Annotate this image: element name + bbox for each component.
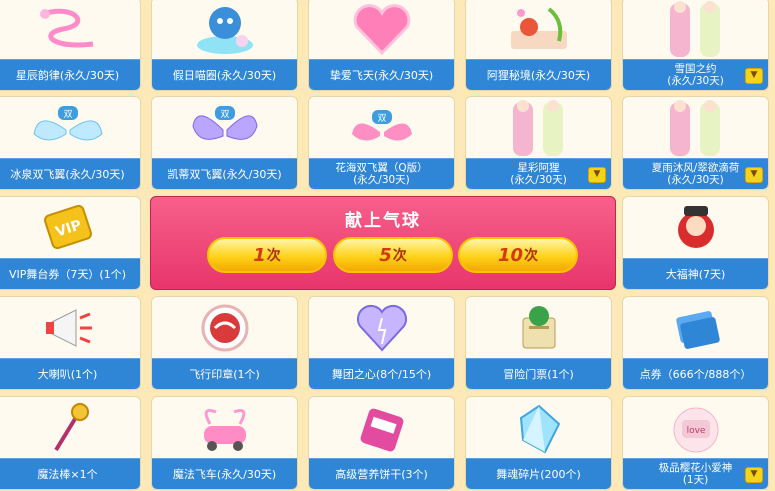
outfit-icon — [623, 97, 768, 159]
offer-10-unit: 次 — [524, 248, 539, 264]
fox-garden-icon — [466, 0, 611, 60]
reward-item[interactable]: 大喇叭(1个) — [0, 296, 141, 390]
chevron-down-icon[interactable]: ▼ — [745, 167, 763, 183]
reward-item[interactable]: 点券（666个/888个） — [622, 296, 769, 390]
reward-item-label: 舞魂碎片(200个) — [466, 458, 611, 489]
reward-item[interactable]: 冒险门票(1个) — [465, 296, 612, 390]
megaphone-icon — [0, 297, 140, 359]
cat-ring-icon — [152, 0, 297, 60]
flower-wings-icon: 双 — [309, 97, 454, 159]
biscuit-icon — [309, 397, 454, 459]
flying-stamp-icon — [152, 297, 297, 359]
reward-item[interactable]: 假日喵圈(永久/30天) — [151, 0, 298, 91]
reward-item[interactable]: 双凯蒂双飞翼(永久/30天) — [151, 96, 298, 190]
offer-5-button[interactable]: 5次 — [333, 237, 453, 273]
reward-item[interactable]: 夏雨沐风/翠欲滴荷 (永久/30天) ▼ — [622, 96, 769, 190]
offer-10-count: 10 — [497, 244, 524, 266]
reward-item-label: 高级营养饼干(3个) — [309, 458, 454, 489]
butterfly-wings-icon: 双 — [152, 97, 297, 159]
reward-item[interactable]: 星彩阿狸 (永久/30天) ▼ — [465, 96, 612, 190]
chevron-down-icon[interactable]: ▼ — [588, 167, 606, 183]
offer-5-unit: 次 — [392, 248, 407, 264]
reward-item[interactable]: 雪国之约 (永久/30天) ▼ — [622, 0, 769, 91]
reward-item[interactable]: love 极品樱花小爱神 (1天) ▼ — [622, 396, 769, 490]
reward-item-label: 凯蒂双飞翼(永久/30天) — [152, 158, 297, 189]
cupid-icon: love — [623, 397, 768, 459]
reward-item[interactable]: 阿狸秘境(永久/30天) — [465, 0, 612, 91]
reward-item-label: 假日喵圈(永久/30天) — [152, 59, 297, 90]
reward-item-label: 舞团之心(8个/15个) — [309, 358, 454, 389]
svg-text:双: 双 — [377, 113, 386, 124]
reward-item-label: 花海双飞翼（Q版） (永久/30天) — [309, 158, 454, 189]
offer-10-button[interactable]: 10 次 — [458, 237, 578, 273]
svg-text:双: 双 — [220, 109, 229, 120]
offer-1-button[interactable]: 1次 — [207, 237, 327, 273]
crystal-heart-icon — [309, 297, 454, 359]
banner-title: 献上气球 — [345, 211, 421, 231]
crystal-shard-icon — [466, 397, 611, 459]
coupon-icon — [623, 297, 768, 359]
reward-item[interactable]: 双冰泉双飞翼(永久/30天) — [0, 96, 141, 190]
offer-1-count: 1 — [253, 244, 266, 266]
svg-text:双: 双 — [63, 109, 72, 120]
reward-item-label: 星辰韵律(永久/30天) — [0, 59, 140, 90]
offer-1-unit: 次 — [266, 248, 281, 264]
reward-item[interactable]: 魔法飞车(永久/30天) — [151, 396, 298, 490]
svg-text:love: love — [686, 426, 705, 436]
reward-item[interactable]: 魔法棒×1个 — [0, 396, 141, 490]
outfit-icon — [623, 0, 768, 60]
outfit-icon — [466, 97, 611, 159]
reward-item-label: VIP舞台券（7天）(1个) — [0, 258, 140, 289]
magic-car-icon — [152, 397, 297, 459]
reward-item-label: 魔法棒×1个 — [0, 458, 140, 489]
reward-item-label: 挚爱飞天(永久/30天) — [309, 59, 454, 90]
chevron-down-icon[interactable]: ▼ — [745, 467, 763, 483]
ice-wings-icon: 双 — [0, 97, 140, 159]
reward-item[interactable]: 挚爱飞天(永久/30天) — [308, 0, 455, 91]
pink-ribbon-icon — [0, 0, 140, 60]
reward-item-label: 阿狸秘境(永久/30天) — [466, 59, 611, 90]
reward-item[interactable]: 舞团之心(8个/15个) — [308, 296, 455, 390]
reward-item[interactable]: VIP VIP舞台券（7天）(1个) — [0, 196, 141, 290]
reward-item-label: 魔法飞车(永久/30天) — [152, 458, 297, 489]
offer-balloon-panel: 献上气球 1次 5次 10 次 — [150, 196, 616, 290]
adventure-ticket-icon — [466, 297, 611, 359]
fortune-god-icon — [623, 197, 768, 259]
offer-5-count: 5 — [379, 244, 392, 266]
reward-item[interactable]: 高级营养饼干(3个) — [308, 396, 455, 490]
reward-item-label: 大福神(7天) — [623, 258, 768, 289]
reward-item-label: 大喇叭(1个) — [0, 358, 140, 389]
reward-item-label: 飞行印章(1个) — [152, 358, 297, 389]
reward-item[interactable]: 舞魂碎片(200个) — [465, 396, 612, 490]
heart-wings-icon — [309, 0, 454, 60]
magic-wand-icon — [0, 397, 140, 459]
vip-ticket-icon: VIP — [0, 197, 140, 259]
reward-item-label: 冒险门票(1个) — [466, 358, 611, 389]
reward-item[interactable]: 星辰韵律(永久/30天) — [0, 0, 141, 91]
reward-item-label: 冰泉双飞翼(永久/30天) — [0, 158, 140, 189]
reward-item[interactable]: 大福神(7天) — [622, 196, 769, 290]
reward-item[interactable]: 飞行印章(1个) — [151, 296, 298, 390]
chevron-down-icon[interactable]: ▼ — [745, 68, 763, 84]
reward-item[interactable]: 双花海双飞翼（Q版） (永久/30天) — [308, 96, 455, 190]
reward-item-label: 点券（666个/888个） — [623, 358, 768, 389]
